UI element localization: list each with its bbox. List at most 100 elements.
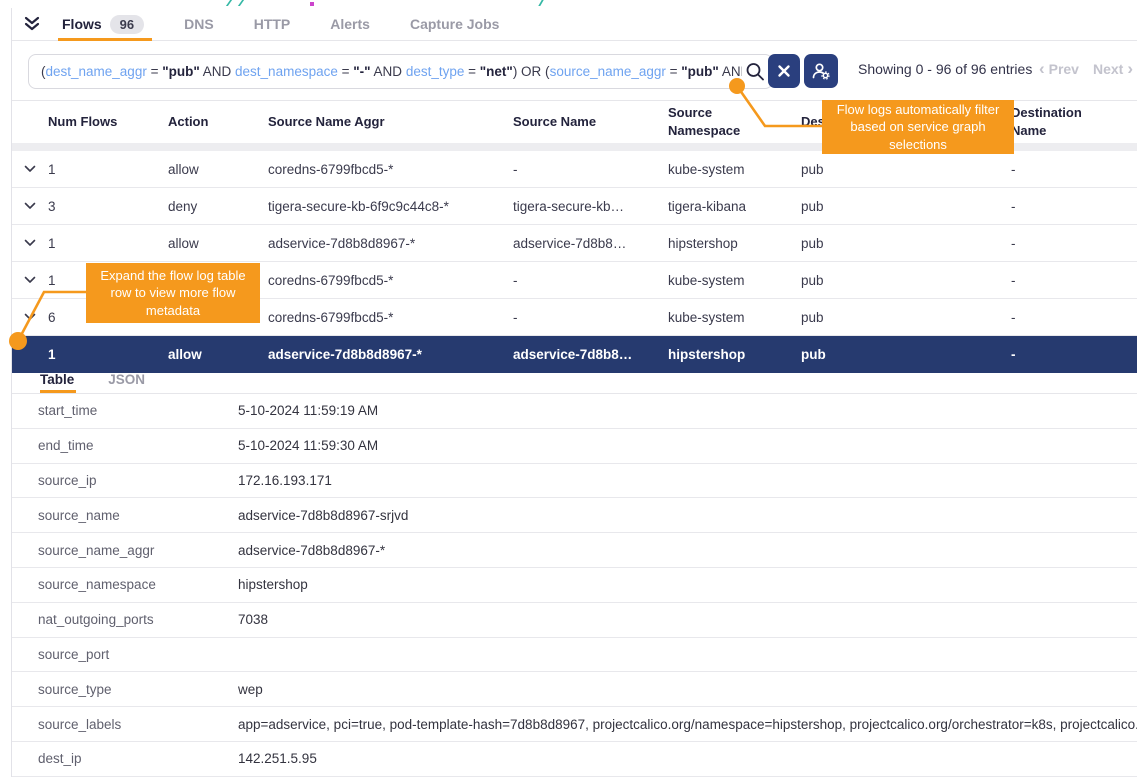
detail-key: source_name_aggr bbox=[38, 543, 238, 558]
cell-action: deny bbox=[168, 199, 268, 214]
cell-num: 3 bbox=[48, 199, 168, 214]
query-token: = bbox=[338, 64, 353, 79]
detail-key: dest_ip bbox=[38, 751, 238, 766]
tab-label: Capture Jobs bbox=[410, 16, 499, 32]
cell-source-namespace: hipstershop bbox=[668, 347, 801, 362]
detail-tabs: Table JSON bbox=[12, 368, 1137, 394]
cell-source-name-aggr: coredns-6799fbcd5-* bbox=[268, 162, 513, 177]
chevron-down-icon bbox=[24, 276, 36, 284]
search-icon[interactable] bbox=[744, 61, 766, 88]
collapse-panel-button[interactable] bbox=[12, 15, 52, 33]
cell-source-name-aggr: tigera-secure-kb-6f9c9c44c8-* bbox=[268, 199, 513, 214]
row-expand-button[interactable] bbox=[12, 202, 48, 210]
flow-logs-tabbar: Flows 96 DNS HTTP Alerts Capture Jobs bbox=[12, 8, 1137, 41]
column-header-source-name-aggr: Source Name Aggr bbox=[268, 113, 513, 131]
detail-key: nat_outgoing_ports bbox=[38, 612, 238, 627]
cell-source-namespace: kube-system bbox=[668, 310, 801, 325]
cell-source-name: adservice-7d8b8… bbox=[513, 236, 668, 251]
column-header-source-name: Source Name bbox=[513, 113, 668, 131]
detail-row: end_time5-10-2024 11:59:30 AM bbox=[12, 429, 1137, 464]
row-expand-button[interactable] bbox=[12, 165, 48, 173]
chevron-right-icon: › bbox=[1127, 60, 1133, 77]
detail-key: start_time bbox=[38, 403, 238, 418]
detail-row: source_nameadservice-7d8b8d8967-srjvd bbox=[12, 498, 1137, 533]
clear-filter-button[interactable] bbox=[768, 54, 800, 88]
query-input[interactable]: (dest_name_aggr = "pub" AND dest_namespa… bbox=[28, 54, 773, 89]
column-header-action: Action bbox=[168, 113, 268, 131]
detail-row: source_ip172.16.193.171 bbox=[12, 464, 1137, 499]
detail-row: source_port bbox=[12, 638, 1137, 673]
cell-source-name: - bbox=[513, 273, 668, 288]
query-token: ) OR ( bbox=[513, 64, 550, 79]
cell-action: allow bbox=[168, 162, 268, 177]
cell-destination-name: - bbox=[1011, 236, 1137, 251]
tab-alerts[interactable]: Alerts bbox=[328, 8, 372, 40]
cell-source-name: - bbox=[513, 162, 668, 177]
query-token: dest_namespace bbox=[235, 64, 338, 79]
query-token: dest_name_aggr bbox=[46, 64, 147, 79]
next-button[interactable]: Next› bbox=[1093, 60, 1133, 77]
row-expand-button[interactable] bbox=[12, 313, 48, 321]
detail-value: 142.251.5.95 bbox=[238, 751, 1137, 766]
tab-dns[interactable]: DNS bbox=[182, 8, 216, 40]
row-expand-button[interactable] bbox=[12, 276, 48, 284]
entries-count-text: Showing 0 - 96 of 96 entries bbox=[858, 61, 1032, 77]
cell-dest-name-aggr: pub bbox=[801, 236, 1011, 251]
detail-value: 5-10-2024 11:59:19 AM bbox=[238, 403, 1137, 418]
detail-row: start_time5-10-2024 11:59:19 AM bbox=[12, 394, 1137, 429]
tab-label: Flows bbox=[62, 16, 102, 32]
cell-num: 1 bbox=[48, 236, 168, 251]
query-token: source_name_aggr bbox=[550, 64, 666, 79]
query-token: "net" bbox=[480, 64, 513, 79]
tab-flows[interactable]: Flows 96 bbox=[60, 8, 146, 40]
cell-destination-name: - bbox=[1011, 310, 1137, 325]
detail-value: 5-10-2024 11:59:30 AM bbox=[238, 438, 1137, 453]
column-header-source-namespace: Source Namespace bbox=[668, 104, 801, 139]
chevron-down-icon bbox=[24, 165, 36, 173]
tab-http[interactable]: HTTP bbox=[252, 8, 293, 40]
tooltip-filter-callout: Flow logs automatically filter based on … bbox=[822, 100, 1014, 154]
cell-dest-name-aggr: pub bbox=[801, 162, 1011, 177]
cell-source-name: tigera-secure-kb… bbox=[513, 199, 668, 214]
detail-row: source_namespacehipstershop bbox=[12, 568, 1137, 603]
filter-bar: (dest_name_aggr = "pub" AND dest_namespa… bbox=[12, 41, 1137, 101]
cell-source-name: adservice-7d8b8… bbox=[513, 347, 668, 362]
column-header-num-flows: Num Flows bbox=[48, 113, 168, 131]
detail-tab-table[interactable]: Table bbox=[40, 372, 74, 393]
flow-table-row[interactable]: 3denytigera-secure-kb-6f9c9c44c8-*tigera… bbox=[12, 188, 1137, 225]
query-text: (dest_name_aggr = "pub" AND dest_namespa… bbox=[41, 64, 742, 79]
detail-key: source_name bbox=[38, 508, 238, 523]
detail-tab-json[interactable]: JSON bbox=[108, 372, 145, 393]
cell-num: 1 bbox=[48, 347, 168, 362]
column-header-destination-name: Destination Name bbox=[1011, 104, 1137, 139]
cell-destination-name: - bbox=[1011, 162, 1137, 177]
detail-value: adservice-7d8b8d8967-srjvd bbox=[238, 508, 1137, 523]
flow-table-row[interactable]: 1allowcoredns-6799fbcd5-*-kube-systempub… bbox=[12, 151, 1137, 188]
tab-capture-jobs[interactable]: Capture Jobs bbox=[408, 8, 501, 40]
user-gear-icon bbox=[811, 61, 831, 81]
cell-action: allow bbox=[168, 236, 268, 251]
tooltip-filter-text: Flow logs automatically filter based on … bbox=[832, 101, 1004, 154]
cell-dest-name-aggr: pub bbox=[801, 310, 1011, 325]
cell-dest-name-aggr: pub bbox=[801, 347, 1011, 362]
user-settings-button[interactable] bbox=[804, 54, 838, 88]
flow-table-row[interactable]: 1allowadservice-7d8b8d8967-*adservice-7d… bbox=[12, 225, 1137, 262]
close-icon bbox=[777, 64, 791, 78]
query-token: AND bbox=[200, 64, 235, 79]
tab-label: DNS bbox=[184, 16, 214, 32]
chevron-left-icon: ‹ bbox=[1039, 60, 1045, 77]
tooltip-expand-text: Expand the flow log table row to view mo… bbox=[96, 267, 250, 320]
cell-dest-name-aggr: pub bbox=[801, 273, 1011, 288]
cell-destination-name: - bbox=[1011, 273, 1137, 288]
chevron-down-icon bbox=[24, 313, 36, 321]
double-chevron-down-icon bbox=[22, 15, 42, 33]
cell-source-name-aggr: coredns-6799fbcd5-* bbox=[268, 273, 513, 288]
query-token: "-" bbox=[353, 64, 370, 79]
flow-detail-panel: Table JSON start_time5-10-2024 11:59:19 A… bbox=[12, 368, 1137, 777]
row-expand-button[interactable] bbox=[12, 239, 48, 247]
detail-key: source_ip bbox=[38, 473, 238, 488]
tab-count-badge: 96 bbox=[110, 15, 144, 34]
prev-button[interactable]: ‹Prev bbox=[1039, 60, 1079, 77]
detail-key: end_time bbox=[38, 438, 238, 453]
cell-source-name-aggr: adservice-7d8b8d8967-* bbox=[268, 236, 513, 251]
